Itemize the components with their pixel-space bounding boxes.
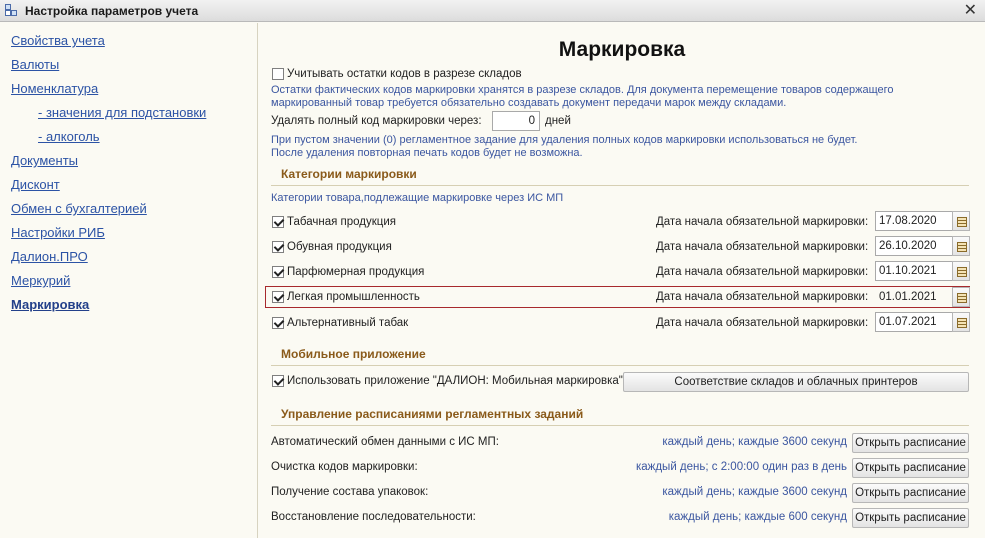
schedules-divider <box>271 425 969 426</box>
category-tobacco-date-label: Дата начала обязательной маркировки: <box>656 216 869 228</box>
sidebar-item-mercury[interactable]: Меркурий <box>11 273 70 288</box>
sidebar-item-documents[interactable]: Документы <box>11 153 78 168</box>
delete-codes-label: Удалять полный код маркировки через: <box>271 115 482 127</box>
sidebar-item-nomenclature[interactable]: Номенклатура <box>11 81 98 96</box>
warehouse-codes-label: Учитывать остатки кодов в разрезе складо… <box>287 68 522 80</box>
warehouse-printer-mapping-button[interactable]: Соответствие складов и облачных принтеро… <box>623 372 969 392</box>
category-alt-tobacco-checkbox[interactable] <box>272 317 284 329</box>
open-schedule-sequence-button[interactable]: Открыть расписание <box>852 508 969 528</box>
open-schedule-exchange-button[interactable]: Открыть расписание <box>852 433 969 453</box>
calendar-icon[interactable] <box>952 236 970 256</box>
sidebar-item-accounting-exchange[interactable]: Обмен с бухгалтерией <box>11 201 147 216</box>
category-perfume-label: Парфюмерная продукция <box>287 266 425 278</box>
category-shoes-checkbox[interactable] <box>272 241 284 253</box>
schedule-cleanup-label: Очистка кодов маркировки: <box>271 461 418 473</box>
warehouse-codes-checkbox[interactable] <box>272 68 284 80</box>
delete-codes-note-line-1: При пустом значении (0) регламентное зад… <box>271 134 858 146</box>
mobile-section-title: Мобильное приложение <box>281 347 426 361</box>
delete-codes-note-line-2: После удаления повторная печать кодов бу… <box>271 147 583 159</box>
calendar-icon[interactable] <box>952 261 970 281</box>
settings-app-icon <box>5 3 19 18</box>
delete-codes-days-input[interactable]: 0 <box>492 111 540 131</box>
schedule-sequence-label: Восстановление последовательности: <box>271 511 476 523</box>
schedule-packages-value[interactable]: каждый день; каждые 3600 секунд <box>609 486 847 498</box>
schedules-section-title: Управление расписаниями регламентных зад… <box>281 407 584 421</box>
sidebar-nav: Свойства учета Валюты Номенклатура - зна… <box>0 23 258 538</box>
category-shoes-date-label: Дата начала обязательной маркировки: <box>656 241 869 253</box>
category-tobacco-checkbox[interactable] <box>272 216 284 228</box>
sidebar-item-currencies[interactable]: Валюты <box>11 57 59 72</box>
sidebar-item-rib-settings[interactable]: Настройки РИБ <box>11 225 105 240</box>
sidebar-item-accounting-properties[interactable]: Свойства учета <box>11 33 105 48</box>
category-alt-tobacco-date-input[interactable]: 01.07.2021 <box>875 312 953 332</box>
open-schedule-cleanup-button[interactable]: Открыть расписание <box>852 458 969 478</box>
close-icon[interactable]: ✕ <box>964 1 977 21</box>
sidebar-item-discount[interactable]: Дисконт <box>11 177 60 192</box>
category-alt-tobacco-date-label: Дата начала обязательной маркировки: <box>656 317 869 329</box>
use-mobile-app-label: Использовать приложение "ДАЛИОН: Мобильн… <box>287 375 623 387</box>
category-tobacco-date-input[interactable]: 17.08.2020 <box>875 211 953 231</box>
category-light-industry-date-input[interactable]: 01.01.2021 <box>875 287 953 307</box>
main-panel: Маркировка Учитывать остатки кодов в раз… <box>259 23 985 538</box>
sidebar-item-substitution-values[interactable]: - значения для подстановки <box>38 105 206 120</box>
open-schedule-packages-button[interactable]: Открыть расписание <box>852 483 969 503</box>
title-bar: Настройка параметров учета ✕ <box>0 0 985 22</box>
warehouse-note-line-2: маркированный товар требуется обязательн… <box>271 97 787 109</box>
category-perfume-date-input[interactable]: 01.10.2021 <box>875 261 953 281</box>
category-alt-tobacco-label: Альтернативный табак <box>287 317 409 329</box>
sidebar-item-marking[interactable]: Маркировка <box>11 297 89 312</box>
categories-section-title: Категории маркировки <box>281 167 417 181</box>
categories-subtitle: Категории товара,подлежащие маркировке ч… <box>271 192 564 204</box>
calendar-icon[interactable] <box>952 211 970 231</box>
sidebar-item-dalion-pro[interactable]: Далион.ПРО <box>11 249 88 264</box>
category-perfume-date-label: Дата начала обязательной маркировки: <box>656 266 869 278</box>
delete-codes-unit: дней <box>545 115 571 127</box>
schedule-sequence-value[interactable]: каждый день; каждые 600 секунд <box>609 511 847 523</box>
category-light-industry-label: Легкая промышленность <box>287 291 420 303</box>
category-light-industry-date-label: Дата начала обязательной маркировки: <box>656 291 869 303</box>
category-perfume-checkbox[interactable] <box>272 266 284 278</box>
category-shoes-label: Обувная продукция <box>287 241 392 253</box>
categories-divider <box>271 185 969 186</box>
calendar-icon[interactable] <box>952 312 970 332</box>
schedule-packages-label: Получение состава упаковок: <box>271 486 429 498</box>
use-mobile-app-checkbox[interactable] <box>272 375 284 387</box>
calendar-icon[interactable] <box>952 287 970 307</box>
category-tobacco-label: Табачная продукция <box>287 216 397 228</box>
category-shoes-date-input[interactable]: 26.10.2020 <box>875 236 953 256</box>
schedule-cleanup-value[interactable]: каждый день; с 2:00:00 один раз в день <box>609 461 847 473</box>
mobile-divider <box>271 365 969 366</box>
window-title: Настройка параметров учета <box>25 3 199 18</box>
category-light-industry-checkbox[interactable] <box>272 291 284 303</box>
warehouse-note-line-1: Остатки фактических кодов маркировки хра… <box>271 84 894 96</box>
sidebar-item-alcohol[interactable]: - алкоголь <box>38 129 100 144</box>
schedule-exchange-value[interactable]: каждый день; каждые 3600 секунд <box>609 436 847 448</box>
schedule-exchange-label: Автоматический обмен данными с ИС МП: <box>271 436 499 448</box>
page-title: Маркировка <box>558 38 686 61</box>
